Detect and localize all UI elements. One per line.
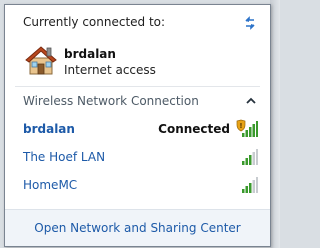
refresh-button[interactable]	[242, 15, 258, 31]
svg-text:!: !	[239, 122, 242, 130]
wireless-section-header[interactable]: Wireless Network Connection	[5, 89, 270, 113]
network-item-brdalan[interactable]: brdalan Connected !	[5, 117, 270, 143]
current-network-name: brdalan	[64, 47, 116, 61]
network-state: Connected	[158, 122, 230, 136]
collapse-button[interactable]	[244, 94, 258, 108]
section-title: Wireless Network Connection	[23, 94, 199, 108]
network-item-homemc[interactable]: HomeMC	[5, 173, 270, 199]
network-flyout: Currently connected to: brdalan Internet…	[4, 4, 271, 247]
open-network-sharing-center-link[interactable]: Open Network and Sharing Center	[5, 221, 270, 235]
desktop-backdrop	[270, 0, 280, 248]
wifi-signal-icon	[242, 149, 258, 165]
footer: Open Network and Sharing Center	[5, 209, 270, 246]
wifi-signal-icon	[242, 177, 258, 193]
divider	[15, 86, 260, 87]
status-title: Currently connected to:	[23, 15, 166, 29]
wifi-signal-icon: !	[236, 119, 258, 137]
network-item-the-hoef-lan[interactable]: The Hoef LAN	[5, 145, 270, 171]
chevron-up-icon	[246, 97, 256, 104]
connection-status: Currently connected to: brdalan Internet…	[5, 5, 270, 84]
network-name: HomeMC	[23, 178, 78, 192]
home-network-icon	[25, 46, 57, 75]
refresh-icon	[245, 16, 255, 30]
network-name: The Hoef LAN	[23, 150, 106, 164]
network-name: brdalan	[23, 122, 75, 136]
current-network-status: Internet access	[64, 63, 156, 77]
security-shield-icon: !	[236, 119, 246, 132]
